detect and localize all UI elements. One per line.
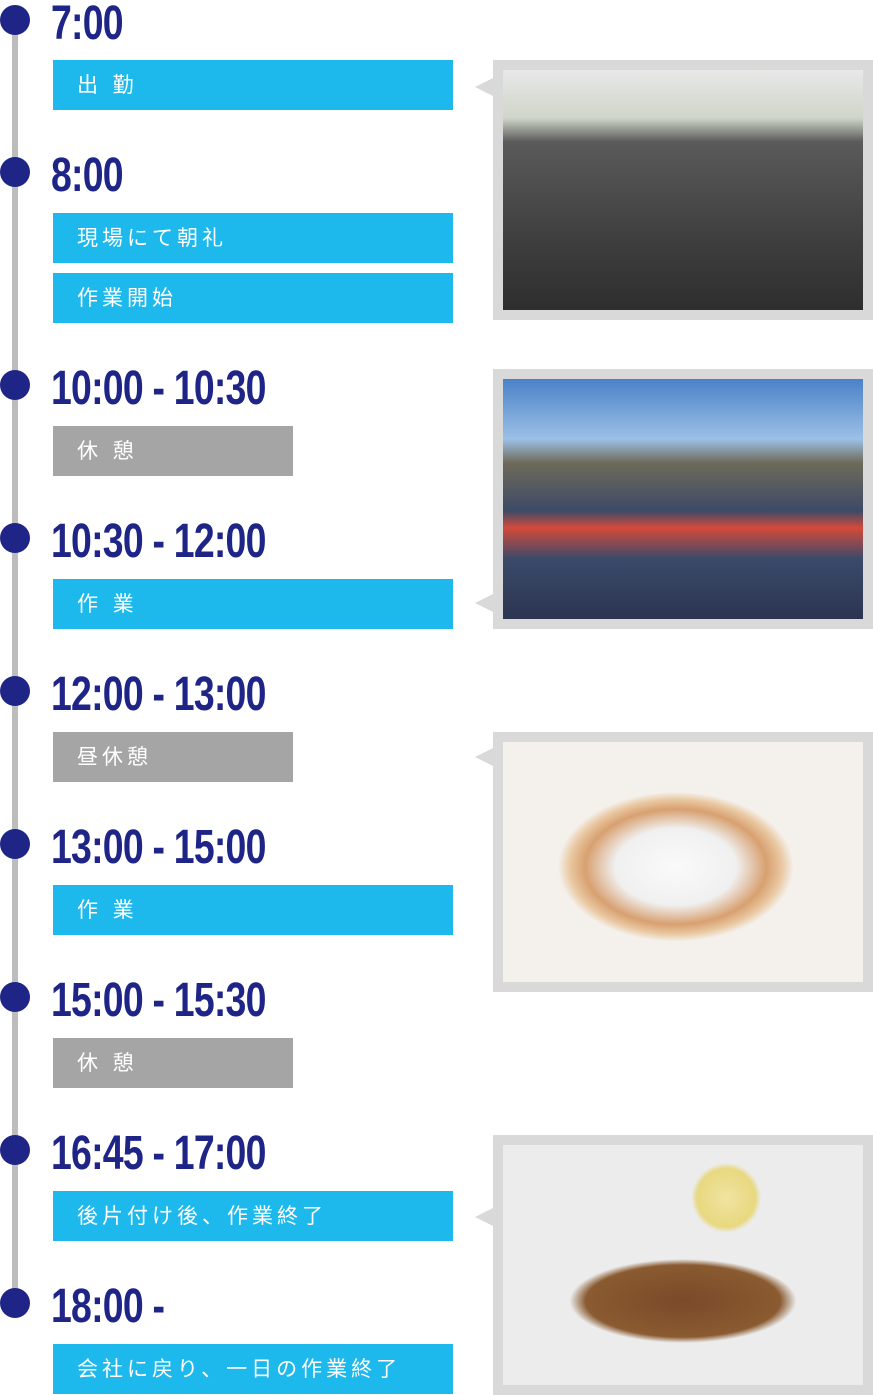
timeline-dot <box>0 676 30 706</box>
time-label: 12:00 - 13:00 <box>51 668 266 721</box>
timeline-line <box>12 20 18 1310</box>
timeline-dot <box>0 523 30 553</box>
time-label: 16:45 - 17:00 <box>51 1127 266 1180</box>
schedule-item: 出 勤 <box>53 60 453 110</box>
timeline-dot <box>0 982 30 1012</box>
schedule-item: 作 業 <box>53 885 453 935</box>
schedule-item: 会社に戻り、一日の作業終了 <box>53 1344 453 1394</box>
time-label: 7:00 <box>51 0 124 50</box>
van-interior-photo <box>503 70 863 310</box>
tool-belt-helmet-photo <box>503 1145 863 1385</box>
photo-frame <box>475 732 873 992</box>
photo-frame <box>475 1135 873 1395</box>
photo-frame <box>475 369 873 629</box>
time-label: 8:00 <box>51 149 124 202</box>
timeline-dot <box>0 1288 30 1318</box>
break-item: 昼休憩 <box>53 732 293 782</box>
time-label: 15:00 - 15:30 <box>51 974 266 1027</box>
timeline-dot <box>0 5 30 35</box>
time-label: 18:00 - <box>51 1280 165 1333</box>
bento-lunch-photo <box>503 742 863 982</box>
pointer-arrow <box>475 1208 493 1226</box>
schedule-item: 作 業 <box>53 579 453 629</box>
schedule-item: 作業開始 <box>53 273 453 323</box>
pointer-arrow <box>475 594 493 612</box>
break-item: 休 憩 <box>53 426 293 476</box>
timeline-dot <box>0 1135 30 1165</box>
schedule-item: 現場にて朝礼 <box>53 213 453 263</box>
pointer-arrow <box>475 748 493 766</box>
timeline-dot <box>0 157 30 187</box>
schedule-item: 後片付け後、作業終了 <box>53 1191 453 1241</box>
pointer-arrow <box>475 78 493 96</box>
timeline-dot <box>0 370 30 400</box>
photo-frame <box>475 60 873 320</box>
timeline-dot <box>0 829 30 859</box>
time-label: 10:00 - 10:30 <box>51 362 266 415</box>
time-label: 10:30 - 12:00 <box>51 515 266 568</box>
roof-work-photo <box>503 379 863 619</box>
break-item: 休 憩 <box>53 1038 293 1088</box>
time-label: 13:00 - 15:00 <box>51 821 266 874</box>
